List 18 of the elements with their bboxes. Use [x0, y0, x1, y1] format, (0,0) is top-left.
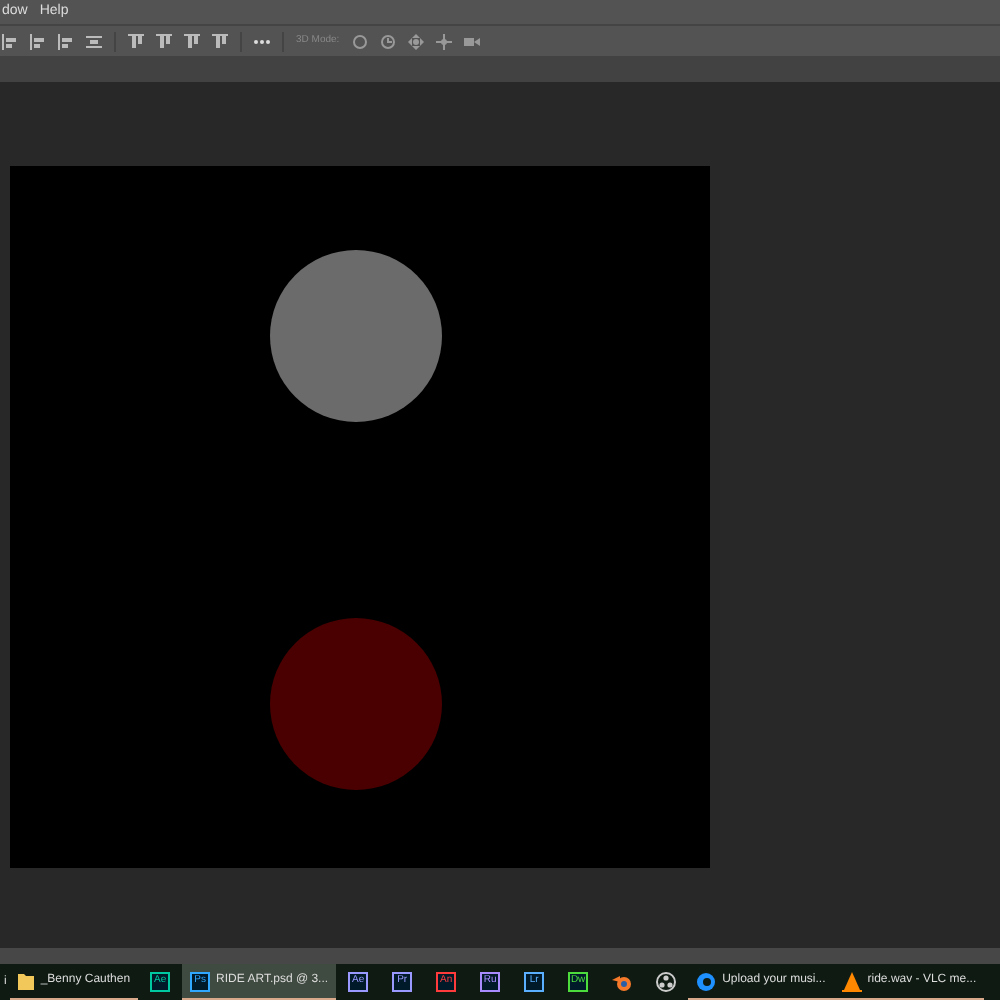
align-icon[interactable]	[156, 33, 172, 49]
blender-icon	[612, 971, 633, 991]
align-icon[interactable]	[30, 33, 46, 49]
align-icon[interactable]	[2, 33, 18, 49]
roll-icon[interactable]	[379, 33, 396, 49]
camera-icon[interactable]	[463, 33, 480, 49]
distribute-icon[interactable]	[86, 33, 102, 49]
folder-icon	[18, 971, 35, 991]
align-icon[interactable]	[58, 33, 74, 49]
align-icon[interactable]	[212, 33, 228, 49]
rotate-icon[interactable]	[351, 33, 368, 49]
slide-icon[interactable]	[435, 33, 452, 49]
align-icon[interactable]	[184, 33, 200, 49]
align-icon[interactable]	[128, 33, 144, 49]
edge-icon	[696, 971, 717, 991]
obs-icon	[656, 971, 677, 991]
traffic-cone-icon	[841, 971, 862, 991]
pan-icon[interactable]	[407, 33, 424, 49]
